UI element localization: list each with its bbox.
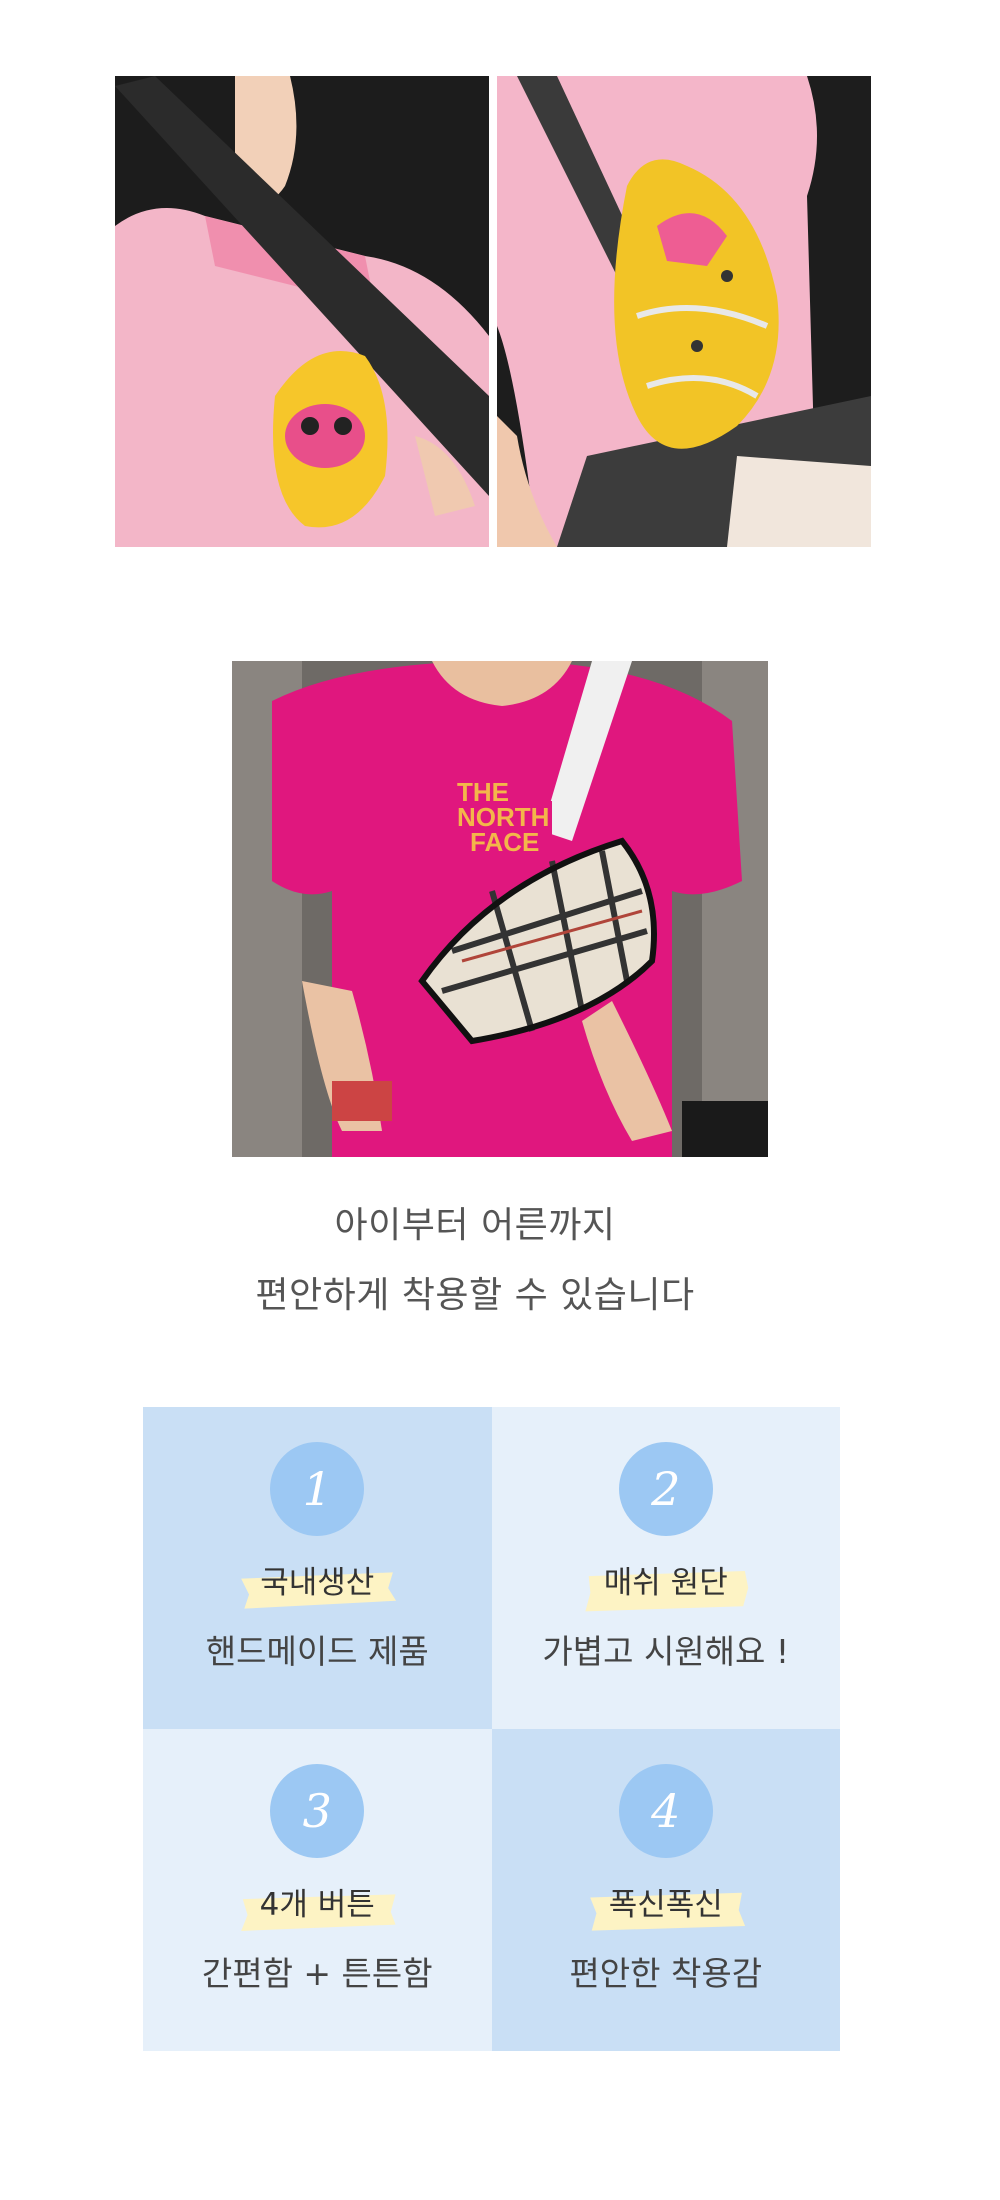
feature-desc-4: 편안한 착용감 bbox=[569, 1954, 763, 1993]
caption-line-1: 아이부터 어른까지 bbox=[334, 1205, 616, 1246]
feature-card-3: 3 4개 버튼 간편함 + 튼튼함 bbox=[143, 1729, 492, 2051]
feature-number-1: 1 bbox=[270, 1442, 365, 1536]
feature-title-1: 국내생산 bbox=[238, 1560, 397, 1609]
feature-card-4: 4 폭신폭신 편안한 착용감 bbox=[491, 1729, 840, 2051]
feature-number-2: 2 bbox=[618, 1442, 713, 1536]
feature-desc-1: 핸드메이드 제품 bbox=[205, 1632, 429, 1671]
feature-grid: 1 국내생산 핸드메이드 제품 2 매쉬 원단 가볍고 시원해요 ! 3 4개 … bbox=[143, 1407, 840, 2051]
svg-text:FACE: FACE bbox=[470, 827, 539, 857]
feature-title-3: 4개 버튼 bbox=[238, 1882, 397, 1931]
child-seatbelt-photo bbox=[115, 76, 489, 547]
feature-desc-2: 가볍고 시원해요 ! bbox=[542, 1632, 790, 1671]
feature-title-4: 폭신폭신 bbox=[587, 1882, 745, 1931]
feature-card-2: 2 매쉬 원단 가볍고 시원해요 ! bbox=[491, 1407, 840, 1729]
feature-number-4: 4 bbox=[618, 1764, 713, 1858]
feature-card-1: 1 국내생산 핸드메이드 제품 bbox=[143, 1407, 492, 1729]
feature-title-2: 매쉬 원단 bbox=[582, 1560, 750, 1612]
feature-desc-3: 간편함 + 튼튼함 bbox=[201, 1954, 433, 1993]
feature-number-3: 3 bbox=[270, 1764, 365, 1858]
adult-seatbelt-cover-photo: THE NORTH FACE bbox=[232, 661, 768, 1157]
child-seatbelt-cover-photo bbox=[497, 76, 871, 547]
caption-line-2: 편안하게 착용할 수 있습니다 bbox=[255, 1275, 695, 1316]
